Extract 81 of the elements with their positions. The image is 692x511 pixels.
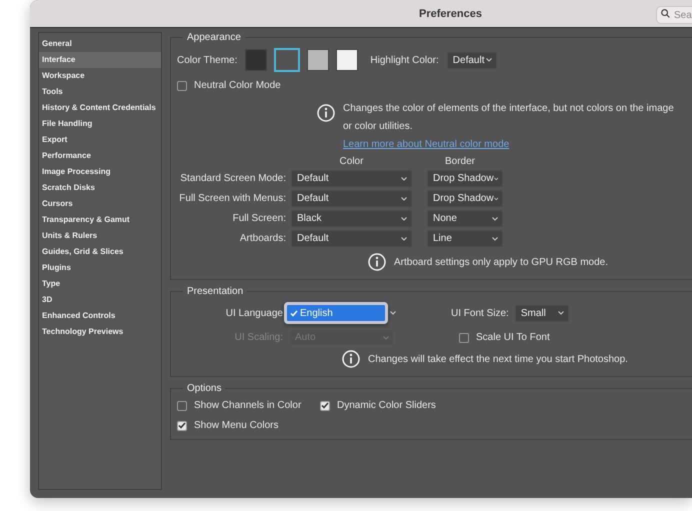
column-header: Border bbox=[444, 156, 476, 167]
dropdown[interactable]: Black bbox=[291, 210, 412, 227]
chevron-icon bbox=[492, 216, 498, 220]
info-icon bbox=[342, 350, 360, 368]
info-text: Artboard settings only apply to GPU RGB mode. bbox=[394, 256, 608, 268]
checkbox-label: Neutral Color Mode bbox=[194, 80, 281, 91]
sidebar-item[interactable]: Interface bbox=[39, 52, 161, 68]
checkbox[interactable] bbox=[177, 420, 187, 430]
sidebar-item[interactable]: Performance bbox=[39, 148, 161, 164]
language-menu-option[interactable]: English bbox=[284, 302, 388, 324]
field-label: Artboards: bbox=[238, 233, 286, 244]
checkbox[interactable] bbox=[177, 400, 187, 410]
chevron-icon bbox=[494, 176, 498, 180]
dropdown[interactable]: Default bbox=[291, 230, 412, 247]
sidebar-item[interactable]: Type bbox=[39, 276, 161, 292]
group-title: Presentation bbox=[186, 286, 244, 297]
checkmark-icon bbox=[290, 310, 298, 316]
sidebar-item[interactable]: File Handling bbox=[39, 116, 161, 132]
dropdown[interactable]: Line bbox=[427, 230, 503, 247]
chevron-icon bbox=[558, 311, 564, 315]
checkbox-label: Show Channels in Color bbox=[194, 400, 302, 411]
sidebar-item[interactable]: Technology Previews bbox=[39, 324, 161, 340]
dropdown[interactable]: Default bbox=[291, 170, 412, 187]
field-label: Standard Screen Mode: bbox=[179, 173, 286, 184]
sidebar-item[interactable]: Enhanced Controls bbox=[39, 308, 161, 324]
dropdown[interactable]: Default bbox=[291, 190, 412, 207]
dropdown[interactable]: Default bbox=[446, 52, 497, 68]
sidebar-item[interactable]: Transparency & Gamut bbox=[39, 212, 161, 228]
field-label: Color Theme: bbox=[177, 54, 238, 66]
field-label: UI Language bbox=[224, 308, 283, 318]
checkmark-icon bbox=[178, 422, 186, 429]
theme-swatch[interactable] bbox=[274, 48, 300, 72]
checkbox-label: Scale UI To Font bbox=[476, 332, 550, 343]
sidebar-item[interactable]: Image Processing bbox=[39, 164, 161, 180]
chevron-icon bbox=[492, 236, 498, 240]
chevron-icon bbox=[401, 196, 407, 200]
dropdown[interactable]: Small bbox=[514, 304, 569, 322]
field-label: UI Font Size: bbox=[451, 308, 509, 318]
checkmark-icon bbox=[321, 402, 329, 409]
info-icon bbox=[317, 104, 335, 122]
info-icon bbox=[368, 253, 386, 271]
info-text: Changes the color of elements of the interface, but not colors on the image or color utilities. bbox=[343, 103, 674, 132]
dropdown[interactable]: None bbox=[427, 210, 503, 227]
field-label: Highlight Color: bbox=[370, 54, 439, 66]
checkbox[interactable] bbox=[459, 332, 469, 342]
sidebar-item[interactable]: Units & Rulers bbox=[39, 228, 161, 244]
checkbox-label: Show Menu Colors bbox=[194, 420, 278, 431]
theme-swatch[interactable] bbox=[245, 49, 268, 71]
sidebar-item[interactable]: Plugins bbox=[39, 260, 161, 276]
sidebar-item[interactable]: Guides, Grid & Slices bbox=[39, 244, 161, 260]
chevron-icon bbox=[486, 58, 492, 62]
window-title: Preferences bbox=[419, 8, 483, 20]
checkbox[interactable] bbox=[320, 400, 330, 410]
field-label: Full Screen: bbox=[232, 213, 286, 224]
column-header: Color bbox=[338, 156, 364, 167]
field-label: Full Screen with Menus: bbox=[178, 193, 286, 204]
sidebar-item[interactable]: Export bbox=[39, 132, 161, 148]
chevron-icon bbox=[401, 216, 407, 220]
sidebar-item[interactable]: History & Content Credentials bbox=[39, 100, 161, 116]
sidebar-item[interactable]: Scratch Disks bbox=[39, 180, 161, 196]
sidebar-item[interactable]: 3D bbox=[39, 292, 161, 308]
theme-swatch[interactable] bbox=[307, 49, 330, 71]
checkbox-label: Dynamic Color Sliders bbox=[337, 400, 436, 411]
checkbox[interactable] bbox=[177, 80, 187, 90]
dropdown[interactable]: Drop Shadow bbox=[427, 170, 503, 187]
search-field[interactable]: Sea bbox=[656, 6, 692, 24]
chevron-icon bbox=[401, 176, 407, 180]
chevron-icon bbox=[401, 236, 407, 240]
group-title: Appearance bbox=[186, 32, 242, 43]
chevron-icon bbox=[383, 336, 389, 340]
group-title: Options bbox=[186, 383, 222, 394]
sidebar-item[interactable]: Cursors bbox=[39, 196, 161, 212]
search-icon bbox=[661, 8, 670, 18]
info-text: Changes will take effect the next time you start Photoshop. bbox=[368, 352, 628, 366]
chevron-icon bbox=[390, 311, 396, 315]
theme-swatch[interactable] bbox=[336, 49, 358, 71]
sidebar-item[interactable]: Workspace bbox=[39, 68, 161, 84]
sidebar-item[interactable]: Tools bbox=[39, 84, 161, 100]
dropdown[interactable]: Drop Shadow bbox=[427, 190, 503, 207]
chevron-icon bbox=[494, 196, 498, 200]
sidebar-item[interactable]: General bbox=[39, 36, 161, 52]
